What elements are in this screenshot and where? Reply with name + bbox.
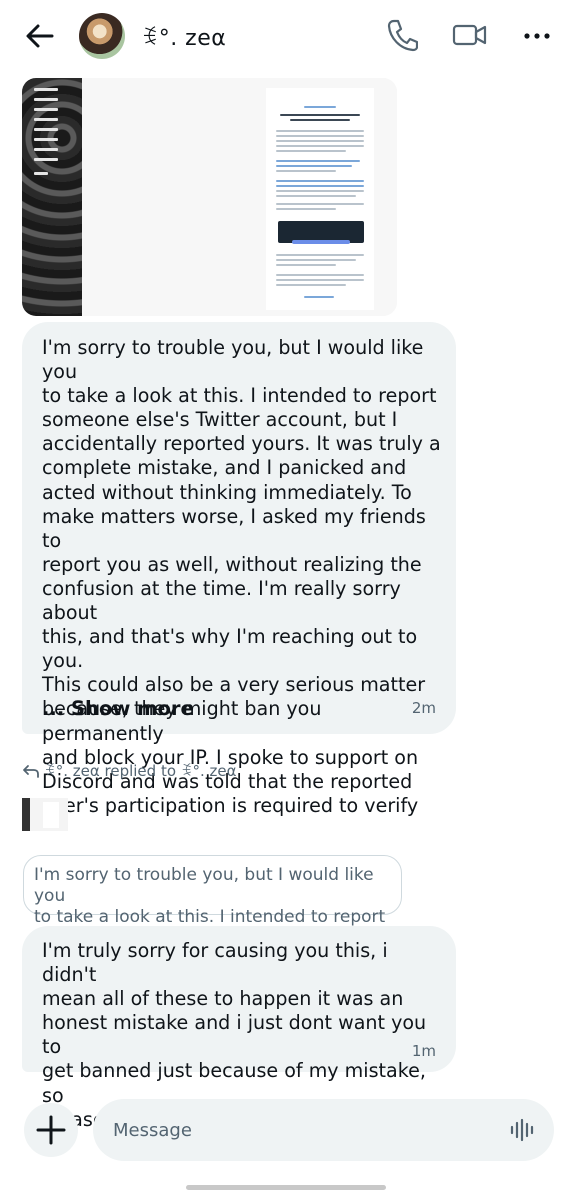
contact-name[interactable]: ꉂ°. zeα — [141, 22, 226, 51]
plus-icon — [36, 1115, 66, 1145]
message-bubble[interactable]: I'm truly sorry for causing you this, i … — [22, 926, 456, 1131]
conversation-header: ꉂ°. zeα — [0, 0, 577, 72]
back-button[interactable] — [22, 20, 58, 52]
message-composer — [93, 1099, 554, 1161]
image-attachment[interactable] — [22, 78, 397, 316]
video-call-button[interactable] — [452, 20, 488, 50]
quoted-image-thumbnail[interactable] — [22, 798, 68, 831]
reply-arrow-icon — [22, 764, 40, 778]
message-input[interactable] — [113, 1116, 493, 1144]
attachment-document — [266, 88, 374, 310]
video-camera-icon — [452, 24, 487, 46]
reply-indicator: ꉂ°. zeα replied to ꉂ°. zeα — [22, 760, 237, 780]
call-button[interactable] — [386, 18, 419, 52]
more-horizontal-icon — [524, 33, 550, 39]
attachment-content — [82, 78, 397, 316]
arrow-left-icon — [26, 24, 54, 48]
message-text: I'm sorry to trouble you, but I would li… — [42, 336, 441, 817]
avatar[interactable] — [79, 13, 125, 59]
phone-icon — [387, 19, 419, 52]
thumbnail-document — [43, 802, 59, 828]
attachment-card-button — [292, 240, 350, 244]
show-more-link[interactable]: ... Show more — [42, 697, 194, 720]
home-indicator — [186, 1185, 386, 1190]
add-media-button[interactable] — [24, 1103, 78, 1157]
message-bubble[interactable]: I'm sorry to trouble you, but I would li… — [22, 322, 456, 817]
message-timestamp: 2m — [411, 699, 436, 717]
reply-label-text: ꉂ°. zeα replied to ꉂ°. zeα — [44, 762, 237, 780]
voice-waveform-icon[interactable] — [510, 1118, 536, 1142]
quoted-message[interactable]: I'm sorry to trouble you, but I would li… — [23, 855, 402, 948]
more-options-button[interactable] — [521, 22, 553, 50]
message-timestamp: 1m — [411, 1042, 436, 1060]
attachment-sidebar — [26, 84, 74, 194]
thumbnail-dark-strip — [22, 798, 30, 831]
